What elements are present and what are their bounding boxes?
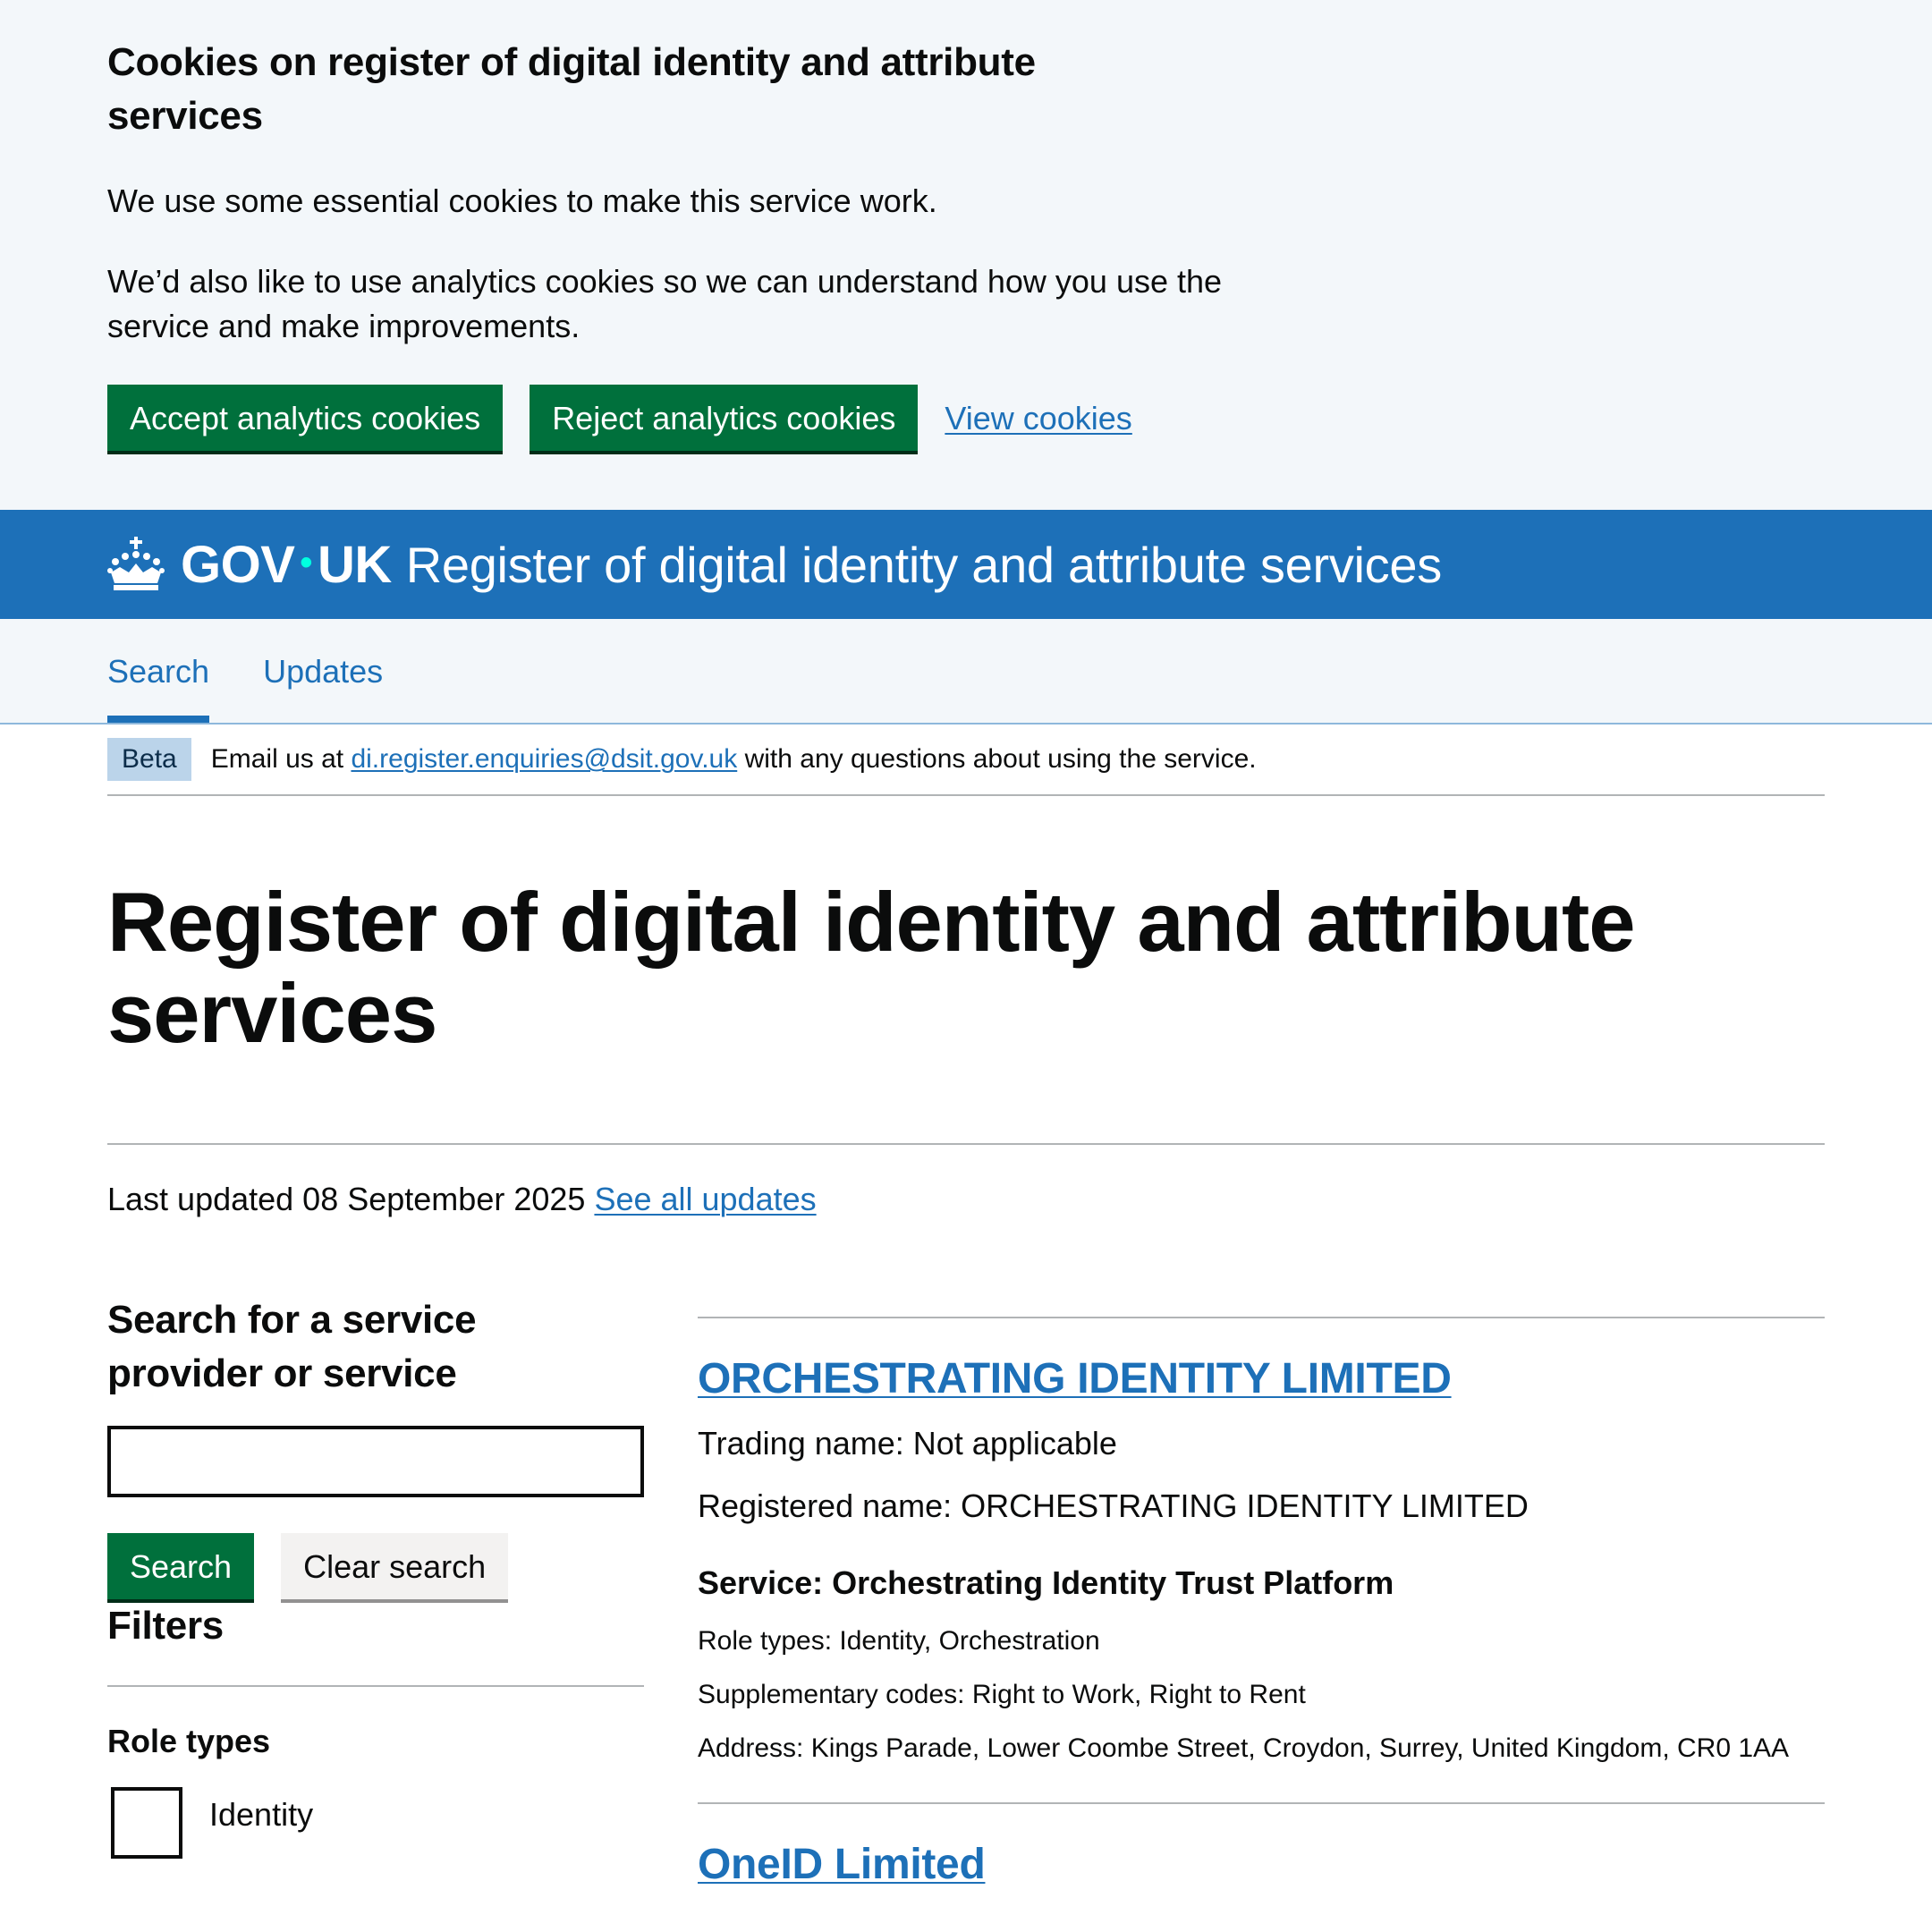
- search-heading: Search for a service provider or service: [107, 1298, 477, 1395]
- cookie-banner-analytics-text: We’d also like to use analytics cookies …: [107, 263, 1223, 344]
- nav-item-updates[interactable]: Updates: [263, 619, 383, 723]
- enquiries-email-link[interactable]: di.register.enquiries@dsit.gov.uk: [351, 744, 737, 774]
- search-actions: Search Clear search: [107, 1533, 644, 1599]
- govuk-logotype-gov: GOV: [181, 535, 295, 594]
- search-and-filters: Search for a service provider or service…: [107, 1293, 644, 1889]
- identity-checkbox-label[interactable]: Identity: [209, 1796, 313, 1834]
- beta-tag: Beta: [107, 738, 191, 781]
- reject-analytics-cookies-button[interactable]: Reject analytics cookies: [530, 385, 919, 451]
- result-role-types: Role types: Identity, Orchestration: [698, 1626, 1100, 1656]
- clear-search-button[interactable]: Clear search: [281, 1533, 509, 1599]
- phase-banner: Beta Email us at di.register.enquiries@d…: [107, 724, 1825, 796]
- result-provider-link[interactable]: OneID Limited: [698, 1840, 986, 1889]
- result-supplementary-codes: Supplementary codes: Right to Work, Righ…: [698, 1680, 1306, 1709]
- result-provider-link[interactable]: ORCHESTRATING IDENTITY LIMITED: [698, 1354, 1452, 1403]
- filters-divider: [107, 1685, 644, 1687]
- govuk-logotype-uk: UK: [317, 535, 392, 594]
- content-grid: Search for a service provider or service…: [107, 1293, 1825, 1889]
- phase-banner-text-before: Email us at: [210, 744, 344, 774]
- result-item: OneID Limited: [698, 1804, 1825, 1889]
- cookie-banner: Cookies on register of digital identity …: [0, 0, 1932, 510]
- cookie-banner-actions: Accept analytics cookies Reject analytic…: [107, 385, 1825, 451]
- service-navigation: Search Updates: [0, 619, 1932, 724]
- result-service-name: Service: Orchestrating Identity Trust Pl…: [698, 1564, 1394, 1601]
- result-registered-name: Registered name: ORCHESTRATING IDENTITY …: [698, 1487, 1529, 1524]
- search-input[interactable]: [107, 1426, 644, 1497]
- govuk-logotype: GOV • UK: [181, 535, 392, 595]
- nav-item-search[interactable]: Search: [107, 619, 210, 723]
- search-results: ORCHESTRATING IDENTITY LIMITED Trading n…: [698, 1293, 1825, 1889]
- crown-icon: [107, 537, 165, 590]
- last-updated-text: Last updated 08 September 2025: [107, 1181, 586, 1217]
- search-button[interactable]: Search: [107, 1533, 255, 1599]
- phase-banner-text-after: with any questions about using the servi…: [744, 744, 1257, 774]
- view-cookies-link[interactable]: View cookies: [945, 385, 1131, 436]
- govuk-homepage-link[interactable]: GOV • UK: [107, 535, 392, 595]
- cookie-banner-heading: Cookies on register of digital identity …: [107, 40, 1036, 138]
- result-trading-name: Trading name: Not applicable: [698, 1425, 1117, 1462]
- role-types-heading: Role types: [107, 1723, 271, 1759]
- identity-checkbox[interactable]: [111, 1787, 182, 1859]
- result-address: Address: Kings Parade, Lower Coombe Stre…: [698, 1733, 1790, 1763]
- cookie-banner-essential-text: We use some essential cookies to make th…: [107, 182, 937, 219]
- phase-banner-text: Email us at di.register.enquiries@dsit.g…: [211, 744, 1257, 775]
- role-type-option-identity[interactable]: Identity: [107, 1787, 644, 1859]
- result-item: ORCHESTRATING IDENTITY LIMITED Trading n…: [698, 1318, 1825, 1767]
- service-name-link[interactable]: Register of digital identity and attribu…: [406, 536, 1442, 594]
- govuk-logotype-dot: •: [300, 542, 312, 582]
- see-all-updates-link[interactable]: See all updates: [594, 1181, 816, 1217]
- site-header: GOV • UK Register of digital identity an…: [0, 510, 1932, 619]
- page-title: Register of digital identity and attribu…: [107, 875, 1636, 1060]
- filters-heading: Filters: [107, 1604, 224, 1648]
- last-updated: Last updated 08 September 2025 See all u…: [107, 1145, 1825, 1222]
- accept-analytics-cookies-button[interactable]: Accept analytics cookies: [107, 385, 504, 451]
